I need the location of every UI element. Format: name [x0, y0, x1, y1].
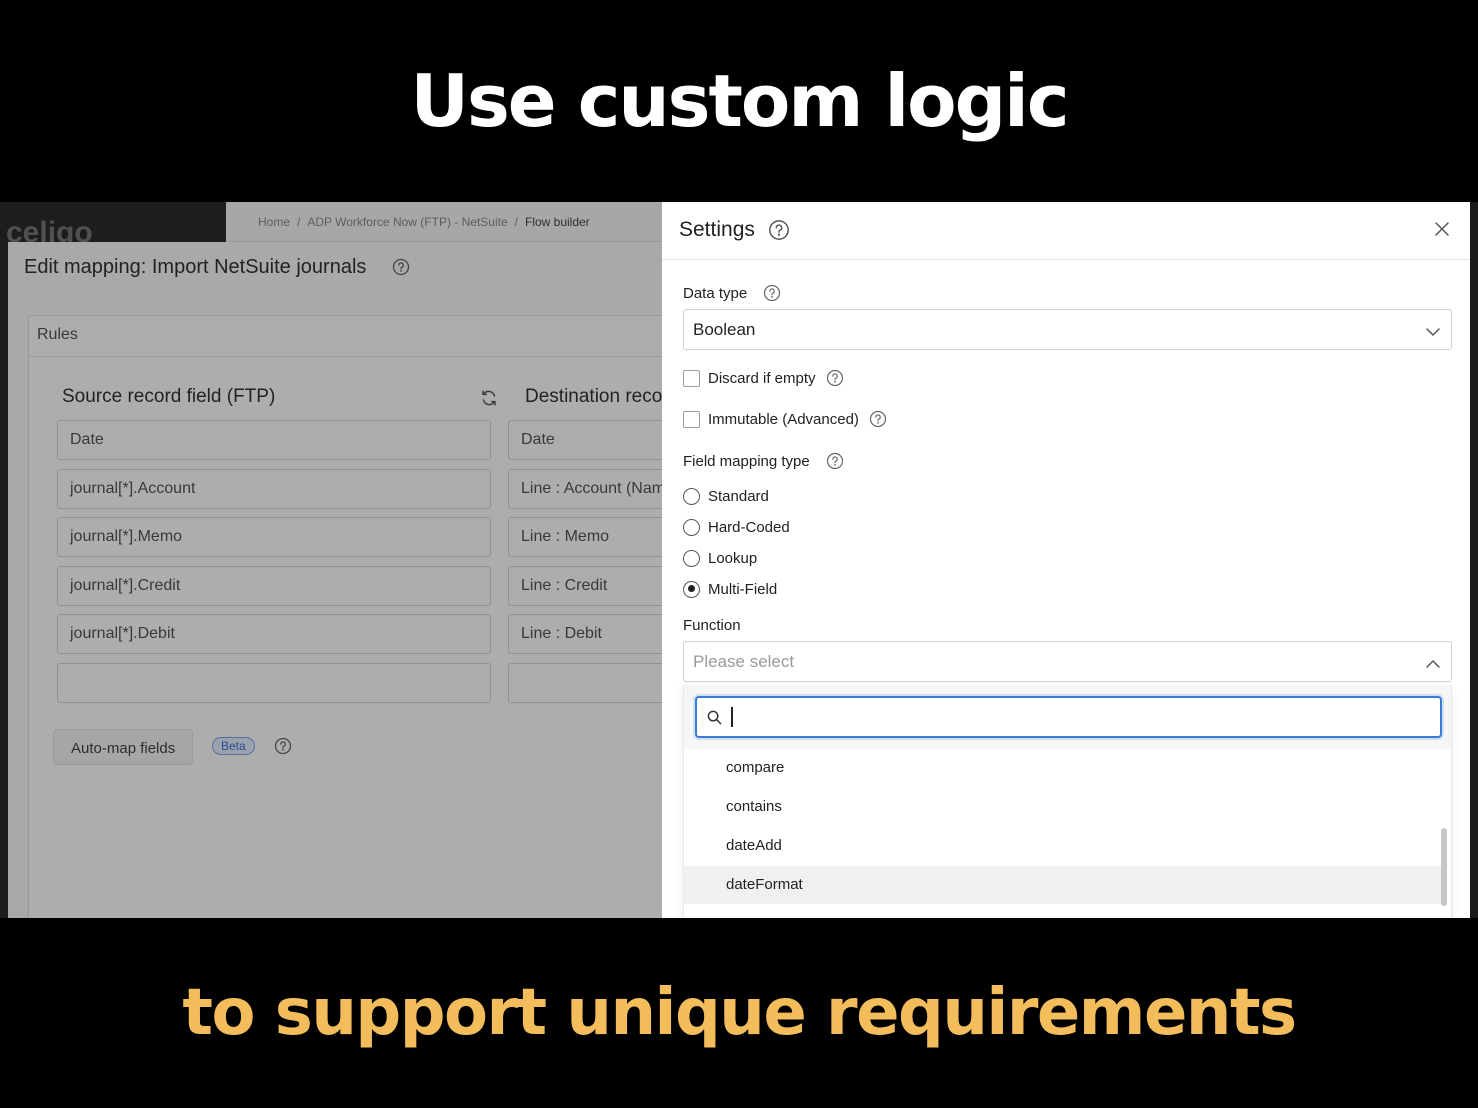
function-option[interactable]: compare — [684, 749, 1441, 787]
function-select[interactable]: Please select — [683, 641, 1452, 682]
help-icon[interactable] — [768, 219, 790, 241]
function-option[interactable]: dateAdd — [684, 827, 1441, 865]
radio-label: Multi-Field — [708, 580, 778, 598]
function-option[interactable]: contains — [684, 788, 1441, 826]
chevron-up-icon — [1425, 655, 1441, 675]
radio-lookup[interactable]: Lookup — [683, 548, 767, 568]
radio-hard-coded[interactable]: Hard-Coded — [683, 517, 800, 537]
help-icon[interactable] — [826, 452, 844, 470]
dropdown-search-area — [684, 685, 1451, 749]
modal-overlay[interactable] — [0, 202, 662, 918]
help-icon[interactable] — [763, 284, 781, 302]
data-type-select[interactable]: Boolean — [683, 309, 1452, 350]
radio-standard[interactable]: Standard — [683, 486, 779, 506]
discard-if-empty-checkbox[interactable]: Discard if empty — [683, 368, 844, 388]
settings-drawer: Settings Data type Boolean Discard if em… — [662, 202, 1470, 918]
text-cursor — [731, 707, 733, 727]
radio-button-selected[interactable] — [683, 580, 700, 598]
radio-button[interactable] — [683, 518, 700, 536]
drawer-header: Settings — [662, 202, 1470, 260]
field-mapping-type-label: Field mapping type — [683, 452, 810, 470]
data-type-label-row: Data type — [683, 284, 781, 302]
immutable-label: Immutable (Advanced) — [708, 410, 859, 428]
radio-button[interactable] — [683, 487, 700, 505]
data-type-value: Boolean — [693, 320, 756, 339]
function-search-box[interactable] — [695, 696, 1442, 738]
discard-if-empty-label: Discard if empty — [708, 369, 816, 387]
checkbox[interactable] — [683, 410, 700, 428]
dropdown-scrollbar[interactable] — [1441, 828, 1447, 906]
data-type-label: Data type — [683, 284, 748, 302]
screenshot: celigo Home / ADP Workforce Now (FTP) - Ne… — [0, 202, 1478, 918]
radio-button[interactable] — [683, 549, 700, 567]
checkbox[interactable] — [683, 369, 700, 387]
radio-multi-field[interactable]: Multi-Field — [683, 579, 787, 599]
function-placeholder: Please select — [693, 652, 795, 671]
headline-bottom: to support unique requirements — [182, 976, 1297, 1050]
function-search-input[interactable] — [729, 704, 1429, 730]
radio-label: Lookup — [708, 549, 758, 567]
headline-top: Use custom logic — [410, 59, 1069, 143]
search-icon — [707, 710, 722, 730]
immutable-checkbox[interactable]: Immutable (Advanced) — [683, 409, 887, 429]
function-dropdown: compare contains dateAdd dateFormat — [683, 685, 1452, 918]
radio-label: Standard — [708, 487, 769, 505]
radio-label: Hard-Coded — [708, 518, 790, 536]
chevron-down-icon — [1425, 323, 1441, 343]
function-label: Function — [683, 617, 741, 634]
screen-edge — [1470, 202, 1478, 918]
close-icon[interactable] — [1434, 221, 1450, 242]
function-option-highlighted[interactable]: dateFormat — [684, 866, 1441, 904]
help-icon[interactable] — [826, 369, 844, 387]
drawer-title: Settings — [679, 218, 755, 241]
field-mapping-type-label-row: Field mapping type — [683, 452, 844, 470]
help-icon[interactable] — [869, 410, 887, 428]
